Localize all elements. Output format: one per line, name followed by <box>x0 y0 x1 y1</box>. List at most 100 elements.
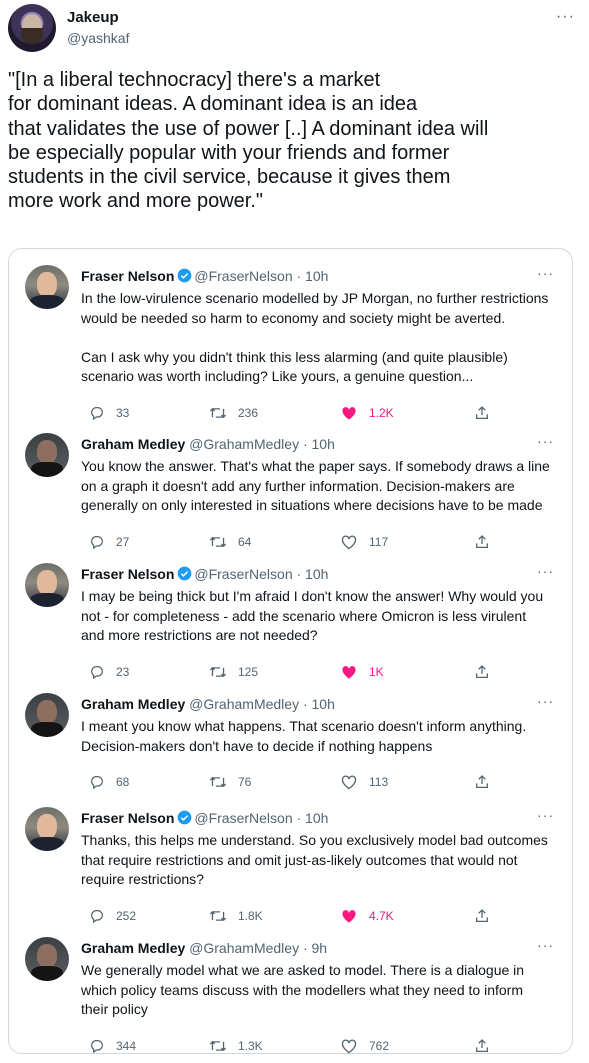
reply-button[interactable]: 344 <box>89 1038 136 1054</box>
tweet-body: In the low-virulence scenario modelled b… <box>81 290 549 384</box>
retweet-icon <box>209 1038 238 1054</box>
reply-count: 23 <box>116 664 130 679</box>
retweet-count: 64 <box>238 534 252 549</box>
reply-icon <box>89 1038 116 1054</box>
reply-button[interactable]: 23 <box>89 664 129 680</box>
quoted-thread-card[interactable]: Fraser Nelson @FraserNelson · 10h ··· In th… <box>8 248 573 1054</box>
tweet-text: "[In a liberal technocracy] there's a ma… <box>8 69 489 213</box>
tweet-avatar[interactable] <box>25 265 69 309</box>
like-button[interactable]: 4.7K <box>340 908 394 924</box>
retweet-button[interactable]: 1.8K <box>209 908 263 924</box>
tweet-actions: 23 125 1K <box>81 664 501 684</box>
like-button[interactable]: 117 <box>340 534 388 550</box>
like-count: 1K <box>369 664 384 679</box>
tweet-meta: Graham Medley @GrahamMedley · 10h <box>81 436 335 452</box>
tweet-author-name[interactable]: Fraser Nelson <box>81 268 174 284</box>
tweet-author-name[interactable]: Fraser Nelson <box>81 810 174 826</box>
share-icon <box>474 908 501 924</box>
tweet-actions: 252 1.8K 4.7K <box>81 908 501 928</box>
tweet-meta: Fraser Nelson @FraserNelson · 10h <box>81 566 328 582</box>
tweet-author-name[interactable]: Graham Medley <box>81 696 185 712</box>
author-name[interactable]: Jakeup <box>67 9 119 26</box>
tweet-author-handle[interactable]: @FraserNelson · 10h <box>194 268 328 284</box>
tweet-actions: 27 64 117 <box>81 534 501 554</box>
retweet-count: 1.8K <box>238 908 263 923</box>
reply-count: 68 <box>116 775 130 789</box>
like-count: 762 <box>369 1038 390 1053</box>
more-options-icon[interactable]: ··· <box>537 563 554 579</box>
tweet-author-handle[interactable]: @FraserNelson · 10h <box>194 810 328 826</box>
like-count: 117 <box>369 534 389 549</box>
more-options-icon[interactable]: ··· <box>537 937 554 953</box>
share-button[interactable] <box>474 405 501 421</box>
tweet-body: I may be being thick but I'm afraid I do… <box>81 588 544 643</box>
tweet-author-handle[interactable]: @GrahamMedley · 9h <box>189 940 327 956</box>
share-icon <box>474 405 501 421</box>
tweet-author-name[interactable]: Graham Medley <box>81 940 185 956</box>
reply-icon <box>89 908 116 924</box>
reply-count: 252 <box>116 908 137 923</box>
like-count: 4.7K <box>369 908 394 923</box>
like-count: 113 <box>369 775 389 789</box>
reply-button[interactable]: 33 <box>89 405 129 421</box>
reply-count: 27 <box>116 534 130 549</box>
retweet-button[interactable]: 64 <box>209 534 251 550</box>
retweet-button[interactable]: 1.3K <box>209 1038 263 1054</box>
retweet-button[interactable]: 236 <box>209 405 258 421</box>
tweet-author-handle[interactable]: @GrahamMedley · 10h <box>189 436 335 452</box>
tweet-author-name[interactable]: Graham Medley <box>81 436 185 452</box>
tweet-body: You know the answer. That's what the pap… <box>81 458 550 513</box>
reply-count: 344 <box>116 1038 137 1053</box>
author-avatar[interactable] <box>8 4 56 52</box>
tweet-body: Thanks, this helps me understand. So you… <box>81 832 548 887</box>
reply-button[interactable]: 252 <box>89 908 136 924</box>
tweet-meta: Graham Medley @GrahamMedley · 10h <box>81 696 335 712</box>
tweet-avatar[interactable] <box>25 807 69 851</box>
like-button[interactable]: 1K <box>340 664 384 680</box>
more-options-icon[interactable]: ··· <box>537 433 554 449</box>
tweet-actions: 344 1.3K 762 <box>81 1038 501 1058</box>
share-button[interactable] <box>474 664 501 680</box>
tweet-header: Jakeup @yashkaf ··· <box>8 4 581 56</box>
tweet-author-name[interactable]: Fraser Nelson <box>81 566 174 582</box>
tweet-avatar[interactable] <box>25 563 69 607</box>
author-handle[interactable]: @yashkaf <box>67 30 129 46</box>
tweet-actions: 68 76 113 <box>81 774 501 794</box>
tweet-body: We generally model what we are asked to … <box>81 962 525 1017</box>
like-button[interactable]: 762 <box>340 1038 389 1054</box>
more-options-icon[interactable]: ··· <box>556 8 575 26</box>
like-icon <box>340 1038 369 1054</box>
reply-button[interactable]: 68 <box>89 774 129 790</box>
share-button[interactable] <box>474 534 501 550</box>
tweet-author-handle[interactable]: @FraserNelson · 10h <box>194 566 328 582</box>
like-button[interactable]: 1.2K <box>340 405 394 421</box>
tweet-author-handle[interactable]: @GrahamMedley · 10h <box>189 696 335 712</box>
more-options-icon[interactable]: ··· <box>537 265 554 281</box>
like-icon <box>340 908 369 924</box>
share-icon <box>474 1038 501 1054</box>
tweet-avatar[interactable] <box>25 693 69 737</box>
like-icon <box>340 405 369 421</box>
share-icon <box>474 774 501 790</box>
retweet-icon <box>209 405 238 421</box>
verified-badge-icon <box>178 268 192 283</box>
retweet-button[interactable]: 125 <box>209 664 258 680</box>
like-button[interactable]: 113 <box>340 774 388 790</box>
share-button[interactable] <box>474 908 501 924</box>
reply-icon <box>89 774 116 790</box>
reply-button[interactable]: 27 <box>89 534 129 550</box>
more-options-icon[interactable]: ··· <box>537 693 554 709</box>
tweet-avatar[interactable] <box>25 937 69 981</box>
like-icon <box>340 774 369 790</box>
share-button[interactable] <box>474 1038 501 1054</box>
retweet-count: 236 <box>238 405 259 420</box>
tweet-body: I meant you know what happens. That scen… <box>81 718 527 754</box>
share-icon <box>474 534 501 550</box>
retweet-count: 76 <box>238 775 252 789</box>
tweet-meta: Fraser Nelson @FraserNelson · 10h <box>81 268 328 284</box>
more-options-icon[interactable]: ··· <box>537 807 554 823</box>
retweet-button[interactable]: 76 <box>209 774 251 790</box>
tweet-avatar[interactable] <box>25 433 69 477</box>
share-button[interactable] <box>474 774 501 790</box>
retweet-icon <box>209 908 238 924</box>
